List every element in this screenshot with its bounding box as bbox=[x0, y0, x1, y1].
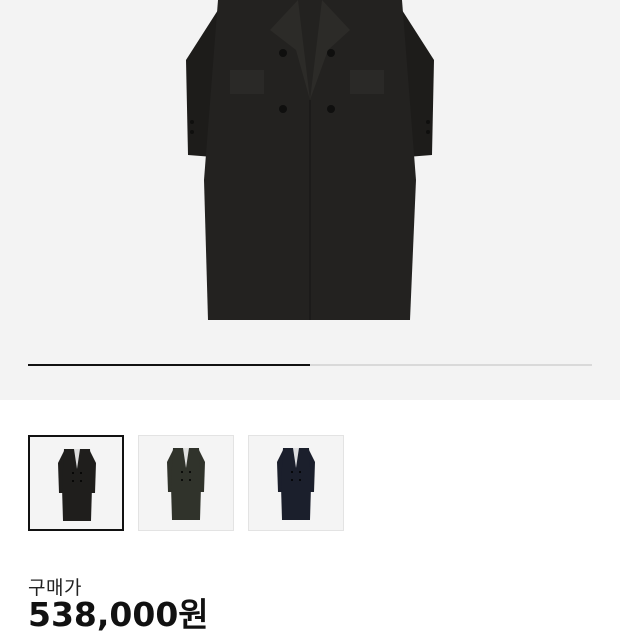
product-image-carousel[interactable] bbox=[0, 0, 620, 400]
price-value: 538,000원 bbox=[28, 595, 209, 634]
color-thumbnail-black[interactable] bbox=[28, 435, 124, 531]
coat-thumbnail-image bbox=[167, 448, 205, 520]
carousel-progress-bar bbox=[28, 364, 592, 366]
carousel-progress-fill bbox=[28, 364, 310, 366]
coat-product-image bbox=[186, 0, 434, 320]
color-thumbnail-navy[interactable] bbox=[248, 435, 344, 531]
coat-thumbnail-image bbox=[277, 448, 315, 520]
color-thumbnail-dark-olive[interactable] bbox=[138, 435, 234, 531]
coat-thumbnail-image bbox=[58, 449, 96, 521]
